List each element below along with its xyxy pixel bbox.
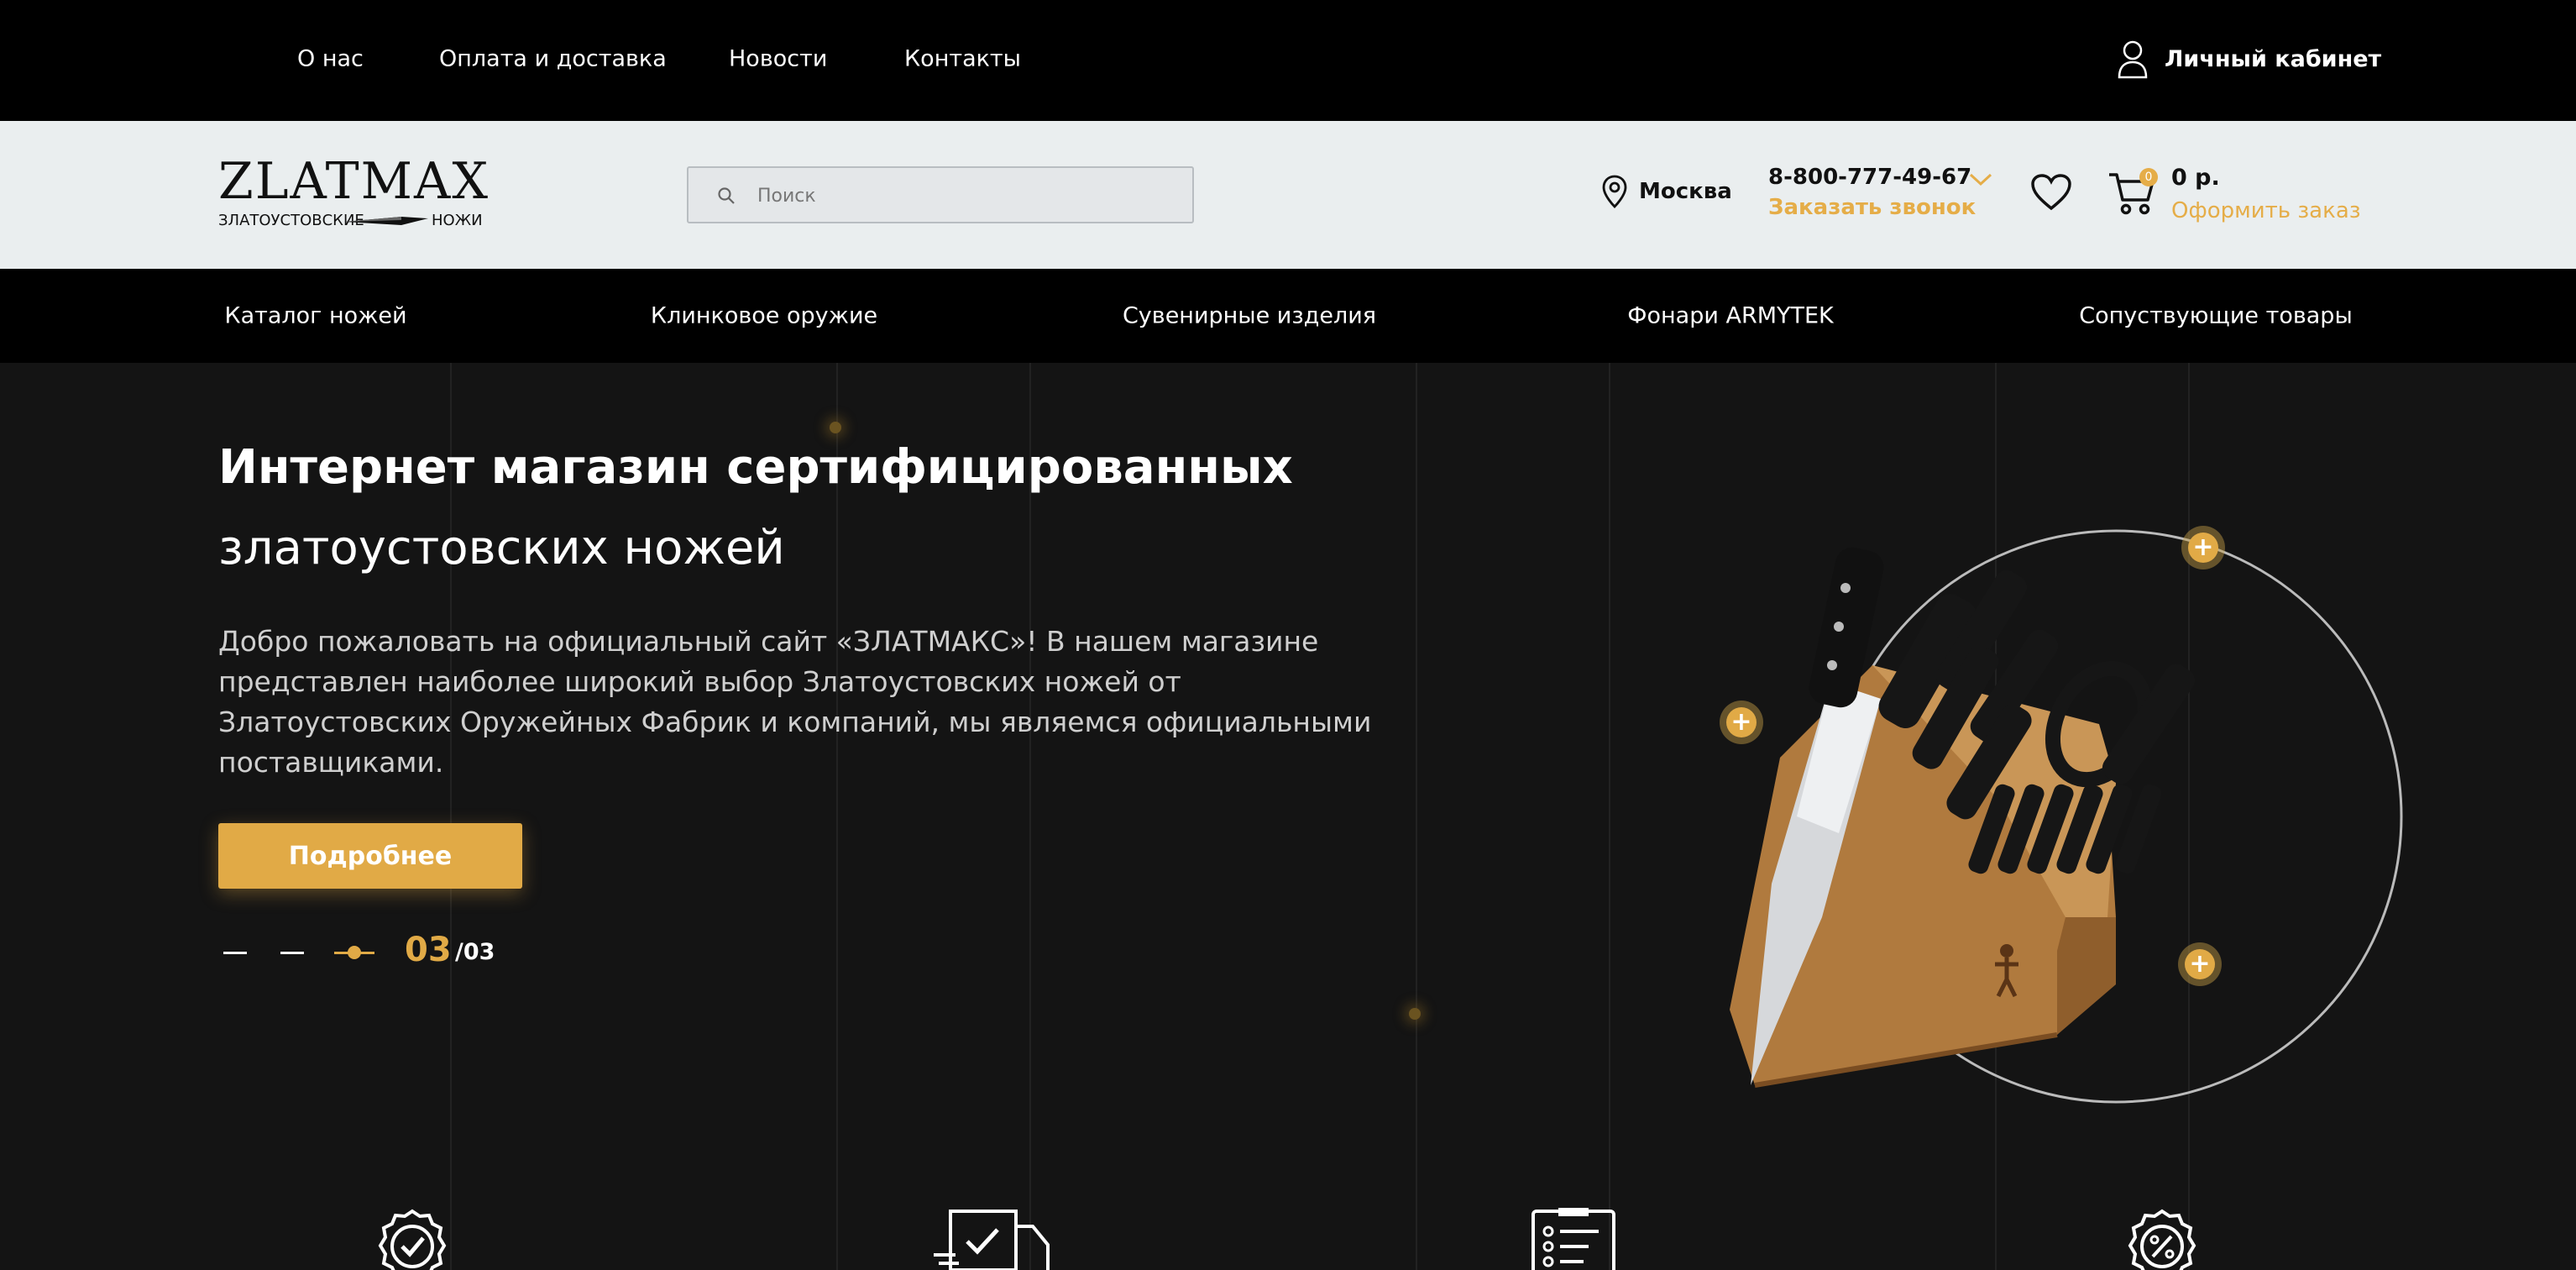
grid-line: [1029, 363, 1031, 1270]
nav-item-armytek-flashlights[interactable]: Фонари ARMYTEK: [1627, 303, 1834, 329]
heart-icon[interactable]: [2030, 173, 2072, 212]
knife-set-image: [1730, 529, 2403, 1104]
glow-dot: [830, 422, 841, 433]
certificate-check-icon: [378, 1209, 447, 1270]
cart-total: 0 р.: [2171, 165, 2220, 191]
nav-item-knife-catalog[interactable]: Каталог ножей: [224, 303, 406, 329]
hero-title-line2: златоустовских ножей: [218, 521, 785, 575]
city-selector[interactable]: Москва: [1602, 175, 1732, 208]
slider-dot-3-active[interactable]: [331, 942, 378, 963]
city-label: Москва: [1639, 179, 1732, 204]
checkout-link[interactable]: Оформить заказ: [2171, 198, 2361, 223]
image-hotspot-1[interactable]: [1720, 701, 1763, 744]
slider-active-marker: [348, 946, 361, 959]
slider-dash: [280, 952, 304, 954]
top-bar: О нас Оплата и доставка Новости Контакты…: [0, 0, 2576, 121]
logo[interactable]: ZLATMAX ЗЛАТОУСТОВСКИЕ НОЖИ: [218, 156, 488, 237]
grid-line: [1609, 363, 1610, 1270]
hero-banner: Интернет магазин сертифицированных злато…: [0, 363, 2576, 1270]
search-icon: [718, 187, 735, 204]
image-hotspot-3[interactable]: [2178, 942, 2222, 986]
top-link-contacts[interactable]: Контакты: [904, 46, 1021, 72]
knife-blade-icon: [344, 217, 428, 225]
grid-line: [1416, 363, 1417, 1270]
image-hotspot-2[interactable]: [2181, 526, 2225, 569]
nav-item-souvenirs[interactable]: Сувенирные изделия: [1123, 303, 1376, 329]
header: ZLATMAX ЗЛАТОУСТОВСКИЕ НОЖИ Москва 8-800…: [0, 121, 2576, 269]
discount-badge-icon: [2128, 1209, 2196, 1270]
search-box: [687, 166, 1194, 223]
slider-dot-1[interactable]: [220, 942, 250, 963]
top-link-payment-delivery[interactable]: Оплата и доставка: [439, 46, 667, 72]
map-pin-icon: [1602, 175, 1627, 208]
top-link-about[interactable]: О нас: [297, 46, 364, 72]
delivery-truck-icon: [934, 1210, 1050, 1270]
nav-item-bladed-weapons[interactable]: Клинковое оружие: [651, 303, 877, 329]
slider-dash: [223, 952, 247, 954]
hero-title-line1: Интернет магазин сертифицированных: [218, 440, 1293, 495]
search-input[interactable]: [756, 168, 1179, 223]
slide-current: 03: [405, 931, 452, 969]
grid-line: [450, 363, 452, 1270]
phone-number[interactable]: 8-800-777-49-67: [1768, 165, 1971, 190]
cart-count-badge: 0: [2139, 168, 2158, 186]
nav-item-related-goods[interactable]: Сопуствующие товары: [2079, 303, 2353, 329]
account-link[interactable]: Личный кабинет: [2116, 37, 2381, 81]
user-icon: [2118, 40, 2148, 79]
chevron-down-icon[interactable]: [1968, 171, 1993, 188]
more-button[interactable]: Подробнее: [218, 823, 522, 889]
checklist-icon: [1531, 1208, 1615, 1270]
callback-link[interactable]: Заказать звонок: [1768, 195, 1976, 220]
logo-wordmark: ZLATMAX: [218, 152, 490, 211]
slider-dot-2[interactable]: [277, 942, 307, 963]
top-link-news[interactable]: Новости: [729, 46, 827, 72]
glow-dot: [1409, 1008, 1421, 1020]
main-nav: Каталог ножей Клинковое оружие Сувенирны…: [0, 269, 2576, 363]
logo-subtitle-right: НОЖИ: [432, 212, 483, 229]
slide-total: /03: [455, 939, 495, 965]
account-label: Личный кабинет: [2165, 45, 2382, 72]
grid-line: [836, 363, 838, 1270]
hero-description: Добро пожаловать на официальный сайт «ЗЛ…: [218, 625, 1372, 779]
